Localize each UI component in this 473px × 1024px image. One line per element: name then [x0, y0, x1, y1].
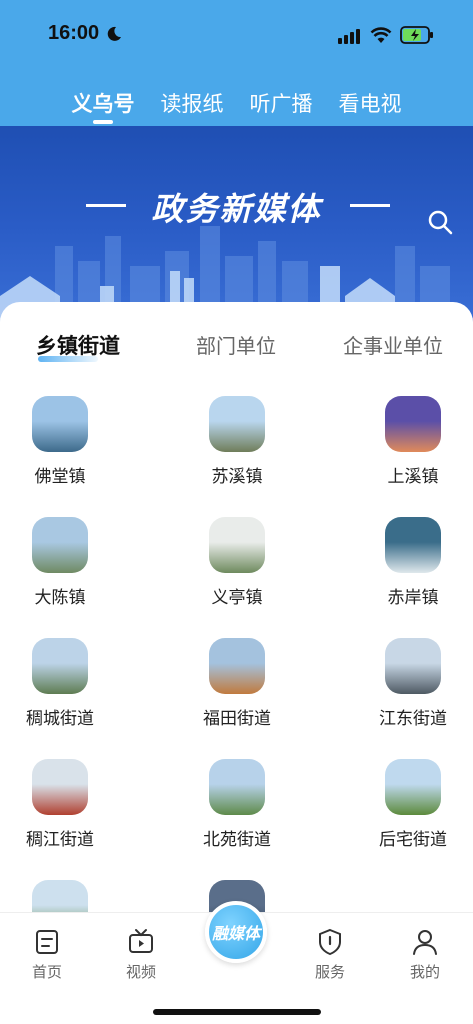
- center-button-label: 融媒体: [211, 926, 260, 943]
- tv-icon: [129, 929, 153, 953]
- town-label: 赤岸镇: [387, 588, 439, 607]
- town-item[interactable]: 上溪镇: [363, 396, 463, 496]
- town-thumbnail: [385, 638, 441, 694]
- town-label: 上溪镇: [387, 467, 439, 486]
- moon-icon: [107, 26, 121, 41]
- town-item[interactable]: 江东街道: [363, 638, 463, 738]
- status-time: 16:00: [48, 22, 100, 44]
- wifi-icon: [370, 27, 392, 43]
- banner-title-line-right: [350, 204, 390, 207]
- town-item[interactable]: 苏溪镇: [187, 396, 287, 496]
- bottom-navigation: 首页 视频 融媒体 服务 我的: [0, 901, 473, 1024]
- town-item[interactable]: 后宅街道: [363, 759, 463, 859]
- town-item[interactable]: 稠城街道: [10, 638, 110, 738]
- nav-mine[interactable]: 我的: [395, 927, 455, 982]
- town-label: 北苑街道: [203, 830, 271, 849]
- town-thumbnail: [209, 517, 265, 573]
- person-icon: [413, 930, 437, 955]
- town-label: 佛堂镇: [34, 467, 86, 486]
- town-thumbnail: [209, 396, 265, 452]
- nav-service[interactable]: 服务: [300, 927, 360, 982]
- town-label: 稠城街道: [26, 709, 94, 728]
- town-label: 后宅街道: [379, 830, 447, 849]
- tab-listen-radio[interactable]: 听广播: [250, 70, 313, 126]
- town-thumbnail: [385, 396, 441, 452]
- home-indicator: [153, 1009, 321, 1015]
- banner-title: 政务新媒体: [151, 191, 322, 227]
- town-thumbnail: [32, 638, 88, 694]
- top-tab-bar: 义乌号 读报纸 听广播 看电视: [0, 70, 473, 126]
- town-thumbnail: [32, 396, 88, 452]
- town-item[interactable]: 大陈镇: [10, 517, 110, 617]
- town-thumbnail: [209, 759, 265, 815]
- town-thumbnail: [32, 759, 88, 815]
- town-label: 苏溪镇: [211, 467, 263, 486]
- town-thumbnail: [385, 759, 441, 815]
- nav-mine-label: 我的: [409, 964, 440, 981]
- banner: 政务新媒体: [0, 126, 473, 326]
- category-tab-bar: 乡镇街道 部门单位 企事业单位: [0, 326, 473, 366]
- town-label: 福田街道: [203, 709, 271, 728]
- tab-read-newspaper[interactable]: 读报纸: [161, 70, 224, 126]
- town-thumbnail: [385, 517, 441, 573]
- nav-service-label: 服务: [314, 964, 345, 981]
- battery-charging-icon: [400, 26, 433, 44]
- town-label: 稠江街道: [26, 830, 94, 849]
- status-bar: 16:00: [0, 0, 473, 70]
- town-item[interactable]: 北苑街道: [187, 759, 287, 859]
- nav-video-label: 视频: [125, 964, 156, 981]
- tab-towns-streets[interactable]: 乡镇街道: [36, 330, 120, 360]
- tab-watch-tv[interactable]: 看电视: [339, 70, 402, 126]
- town-label: 江东街道: [379, 709, 447, 728]
- town-item[interactable]: 福田街道: [187, 638, 287, 738]
- town-label: 大陈镇: [34, 588, 86, 607]
- content-card: 乡镇街道 部门单位 企事业单位 佛堂镇 苏溪镇 上溪镇大陈镇 义亭镇 赤岸镇稠城街道 福田…: [0, 302, 473, 922]
- search-icon[interactable]: [426, 208, 454, 236]
- nav-home[interactable]: 首页: [17, 927, 77, 982]
- town-item[interactable]: 义亭镇: [187, 517, 287, 617]
- cellular-signal-icon: [338, 29, 360, 44]
- town-item[interactable]: 稠江街道: [10, 759, 110, 859]
- town-label: 义亭镇: [211, 588, 263, 607]
- tab-enterprises[interactable]: 企事业单位: [343, 330, 443, 359]
- home-doc-icon: [36, 930, 58, 954]
- town-thumbnail: [32, 517, 88, 573]
- tab-departments[interactable]: 部门单位: [196, 330, 276, 359]
- nav-home-label: 首页: [31, 964, 62, 981]
- town-thumbnail: [209, 638, 265, 694]
- town-item[interactable]: 赤岸镇: [363, 517, 463, 617]
- shield-icon: [319, 928, 341, 956]
- tab-yiwu-hao[interactable]: 义乌号: [72, 70, 135, 126]
- town-item[interactable]: 佛堂镇: [10, 396, 110, 496]
- nav-video[interactable]: 视频: [111, 927, 171, 982]
- rongmeiti-center-button[interactable]: 融媒体: [205, 901, 267, 963]
